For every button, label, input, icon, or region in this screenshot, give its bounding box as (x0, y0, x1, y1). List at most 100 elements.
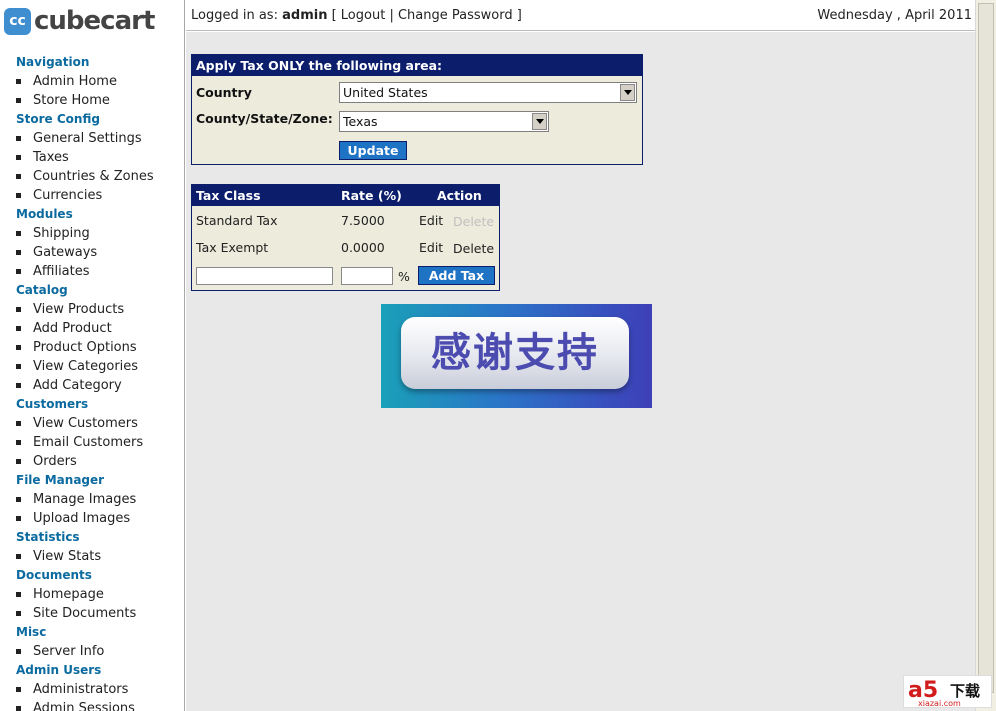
sidebar-item-label: Affiliates (33, 264, 90, 279)
country-select[interactable]: United States (339, 82, 637, 103)
sidebar-item-label: Admin Sessions (33, 701, 135, 711)
sidebar-item[interactable]: Currencies (16, 186, 184, 205)
bullet-icon (16, 516, 21, 521)
sidebar-item[interactable]: Orders (16, 452, 184, 471)
sidebar-item[interactable]: View Customers (16, 414, 184, 433)
sidebar-item-label: Server Info (33, 644, 105, 659)
cubecart-logo-icon: cc (4, 7, 31, 35)
bullet-icon (16, 383, 21, 388)
sidebar-item[interactable]: Manage Images (16, 490, 184, 509)
col-rate: Rate (%) (341, 188, 402, 203)
bullet-icon (16, 174, 21, 179)
sidebar-item-label: Product Options (33, 340, 137, 355)
zone-select[interactable]: Texas (339, 111, 549, 132)
account-links[interactable]: [ Logout | Change Password ] (332, 8, 522, 23)
bullet-icon (16, 136, 21, 141)
sidebar-item[interactable]: Upload Images (16, 509, 184, 528)
watermark-logo: a5 下载 xiazai.com (903, 675, 992, 708)
bullet-icon (16, 459, 21, 464)
bullet-icon (16, 193, 21, 198)
bullet-icon (16, 345, 21, 350)
bullet-icon (16, 706, 21, 711)
bullet-icon (16, 269, 21, 274)
sidebar-item[interactable]: View Categories (16, 357, 184, 376)
sidebar-item-label: Site Documents (33, 606, 137, 621)
sidebar-item[interactable]: Admin Home (16, 72, 184, 91)
sidebar-item-label: View Stats (33, 549, 102, 564)
sidebar-section-title: Admin Users (16, 663, 102, 677)
bullet-icon (16, 364, 21, 369)
sidebar-item[interactable]: Product Options (16, 338, 184, 357)
sidebar-section-title: File Manager (16, 473, 105, 487)
sidebar: cc cubecart Navigation Admin Home Store Ho… (0, 0, 185, 711)
top-bar: Logged in as: admin [ Logout | Change Pa… (186, 0, 976, 31)
sidebar-item-label: View Categories (33, 359, 139, 374)
sidebar-item[interactable]: View Stats (16, 547, 184, 566)
bullet-icon (16, 250, 21, 255)
bullet-icon (16, 611, 21, 616)
sidebar-item-label: Administrators (33, 682, 129, 697)
sidebar-item-label: Admin Home (33, 74, 117, 89)
sidebar-item[interactable]: Server Info (16, 642, 184, 661)
new-tax-class-input[interactable] (196, 267, 333, 285)
bullet-icon (16, 554, 21, 559)
sidebar-section-title: Customers (16, 397, 89, 411)
sidebar-item[interactable]: Affiliates (16, 262, 184, 281)
bullet-icon (16, 440, 21, 445)
sidebar-item-label: Add Product (33, 321, 112, 336)
sidebar-item-label: Email Customers (33, 435, 144, 450)
sidebar-item[interactable]: Shipping (16, 224, 184, 243)
promo-text: 感谢支持 (431, 330, 599, 376)
zone-label: County/State/Zone: (196, 111, 333, 126)
sidebar-item[interactable]: Administrators (16, 680, 184, 699)
tax-class-cell: Standard Tax (196, 213, 278, 228)
bullet-icon (16, 649, 21, 654)
edit-link[interactable]: Edit (419, 240, 443, 255)
scrollbar-thumb[interactable] (978, 3, 994, 693)
cubecart-logo[interactable]: cc cubecart (4, 5, 155, 37)
rate-cell: 0.0000 (341, 240, 385, 255)
current-date: Wednesday , April 2011 (817, 8, 972, 23)
country-selected-value: United States (343, 85, 428, 100)
sidebar-item[interactable]: Homepage (16, 585, 184, 604)
promo-banner-image: 感谢支持 (381, 304, 652, 408)
sidebar-section-title: Navigation (16, 55, 90, 69)
new-tax-rate-input[interactable] (341, 267, 393, 285)
chevron-down-icon[interactable] (532, 113, 547, 130)
logged-in-label: Logged in as: (191, 8, 278, 23)
sidebar-item-label: Orders (33, 454, 77, 469)
col-action: Action (437, 188, 482, 203)
bullet-icon (16, 307, 21, 312)
sidebar-item[interactable]: Taxes (16, 148, 184, 167)
sidebar-item[interactable]: Admin Sessions (16, 699, 184, 711)
sidebar-item[interactable]: Add Product (16, 319, 184, 338)
chevron-down-icon[interactable] (620, 84, 635, 101)
bullet-icon (16, 326, 21, 331)
sidebar-item[interactable]: Gateways (16, 243, 184, 262)
sidebar-item-label: Homepage (33, 587, 104, 602)
sidebar-section-title: Misc (16, 625, 47, 639)
country-label: Country (196, 85, 252, 100)
bullet-icon (16, 592, 21, 597)
sidebar-nav: Navigation Admin Home Store Home Store Conf… (16, 53, 184, 711)
tax-area-panel: Apply Tax ONLY the following area: Count… (191, 54, 643, 165)
sidebar-item[interactable]: General Settings (16, 129, 184, 148)
tax-class-cell: Tax Exempt (196, 240, 269, 255)
update-button[interactable]: Update (339, 141, 407, 160)
tax-table-header: Tax Class Rate (%) Action (192, 185, 499, 206)
sidebar-item[interactable]: Add Category (16, 376, 184, 395)
watermark-cn-text: 下载 (950, 682, 981, 700)
sidebar-item[interactable]: Countries & Zones (16, 167, 184, 186)
sidebar-item[interactable]: View Products (16, 300, 184, 319)
percent-sign: % (398, 269, 410, 284)
delete-link[interactable]: Delete (453, 241, 494, 256)
sidebar-item[interactable]: Store Home (16, 91, 184, 110)
tax-area-title: Apply Tax ONLY the following area: (192, 55, 642, 76)
sidebar-item[interactable]: Site Documents (16, 604, 184, 623)
main-content: Apply Tax ONLY the following area: Count… (186, 32, 975, 711)
sidebar-item-label: Taxes (33, 150, 69, 165)
sidebar-item[interactable]: Email Customers (16, 433, 184, 452)
vertical-scrollbar[interactable] (975, 0, 996, 711)
edit-link[interactable]: Edit (419, 213, 443, 228)
add-tax-button[interactable]: Add Tax (418, 266, 495, 285)
